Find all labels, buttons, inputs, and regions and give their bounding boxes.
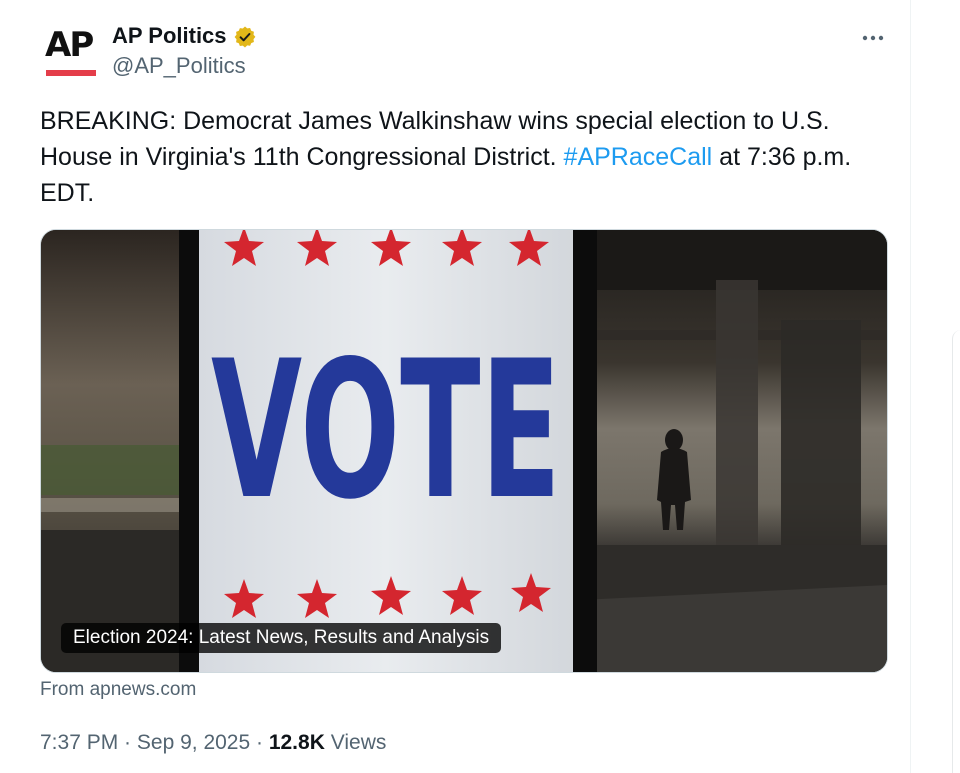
tweet-text: BREAKING: Democrat James Walkinshaw wins… — [40, 103, 890, 211]
meta-separator: · — [250, 731, 269, 754]
user-handle[interactable]: @AP_Politics — [112, 52, 246, 80]
more-options-icon[interactable] — [858, 26, 888, 50]
tweet-meta: 7:37 PM · Sep 9, 2025 · 12.8K Views — [40, 730, 386, 756]
avatar-logo-text: AP — [45, 25, 94, 65]
tweet-date[interactable]: Sep 9, 2025 — [137, 731, 250, 754]
link-card-image[interactable]: VOTE Election 2024: Latest News, Results… — [40, 229, 888, 673]
display-name[interactable]: AP Politics — [112, 22, 227, 50]
hashtag-link[interactable]: #APRaceCall — [564, 143, 713, 171]
tweet-time[interactable]: 7:37 PM — [40, 731, 118, 754]
avatar[interactable]: AP — [40, 22, 100, 82]
meta-separator: · — [118, 731, 137, 754]
tweet-card: AP AP Politics @AP_Politics BREAKING: De… — [0, 0, 911, 773]
views-label: Views — [330, 731, 387, 754]
sign-text: VOTE — [211, 320, 561, 541]
link-card-title[interactable]: Election 2024: Latest News, Results and … — [61, 623, 502, 653]
side-panel-edge — [952, 330, 960, 773]
link-source[interactable]: From apnews.com — [40, 678, 196, 702]
avatar-logo-bar — [46, 70, 96, 76]
verified-badge-icon — [234, 26, 256, 48]
views-count: 12.8K — [268, 731, 325, 754]
vote-sign-photo: VOTE — [41, 230, 887, 672]
